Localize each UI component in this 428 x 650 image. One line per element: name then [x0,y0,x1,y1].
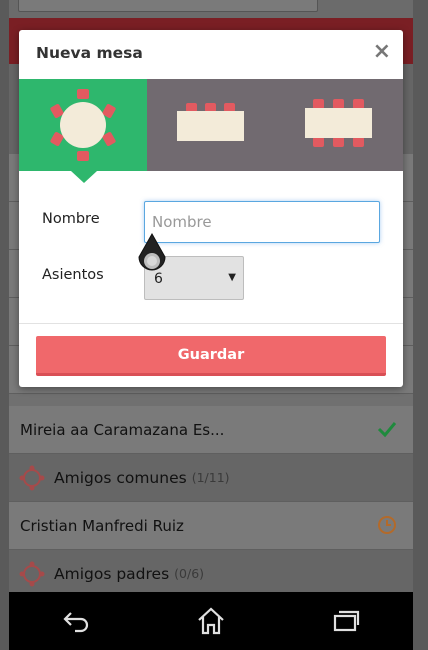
close-button[interactable]: × [373,41,391,63]
divider [19,323,403,324]
small-rectangular-table-option[interactable] [147,79,275,171]
check-icon [377,419,397,443]
round-table-icon [19,465,45,491]
table-type-picker [19,79,403,171]
recent-apps-icon[interactable] [322,601,370,641]
group-row[interactable]: Amigos padres (0/6) [9,550,413,598]
long-table-icon [305,99,372,147]
search-bar-bg [18,0,318,12]
round-table-icon [50,89,116,161]
new-table-dialog: Nueva mesa × Nombre Nombre Asientos 6 ▼ … [19,30,403,387]
round-table-icon [19,561,45,587]
group-count: (0/6) [174,566,205,581]
system-nav-bar [9,592,413,650]
name-label: Nombre [42,211,100,227]
list-item[interactable]: Cristian Manfredi Ruiz [9,502,413,550]
home-icon[interactable] [187,601,235,641]
save-button[interactable]: Guardar [36,336,386,376]
guest-name: Mireia aa Caramazana Es... [20,420,225,439]
clock-icon [377,515,397,539]
group-name: Amigos padres [54,564,170,583]
group-row[interactable]: Amigos comunes (1/11) [9,454,413,502]
group-name: Amigos comunes [54,468,187,487]
dropdown-arrow-icon: ▼ [228,272,236,283]
guest-name: Cristian Manfredi Ruiz [20,516,184,535]
selection-indicator [71,171,97,183]
back-arrow-icon[interactable] [52,601,100,641]
group-count: (1/11) [191,470,230,485]
large-rectangular-table-option[interactable] [275,79,403,171]
rectangular-table-icon [177,103,244,141]
name-input[interactable] [144,201,380,243]
list-item[interactable]: Mireia aa Caramazana Es... [9,406,413,454]
text-cursor-handle[interactable] [135,232,169,277]
seats-label: Asientos [42,267,104,283]
dialog-title: Nueva mesa [36,44,143,62]
round-table-option[interactable] [19,79,147,171]
